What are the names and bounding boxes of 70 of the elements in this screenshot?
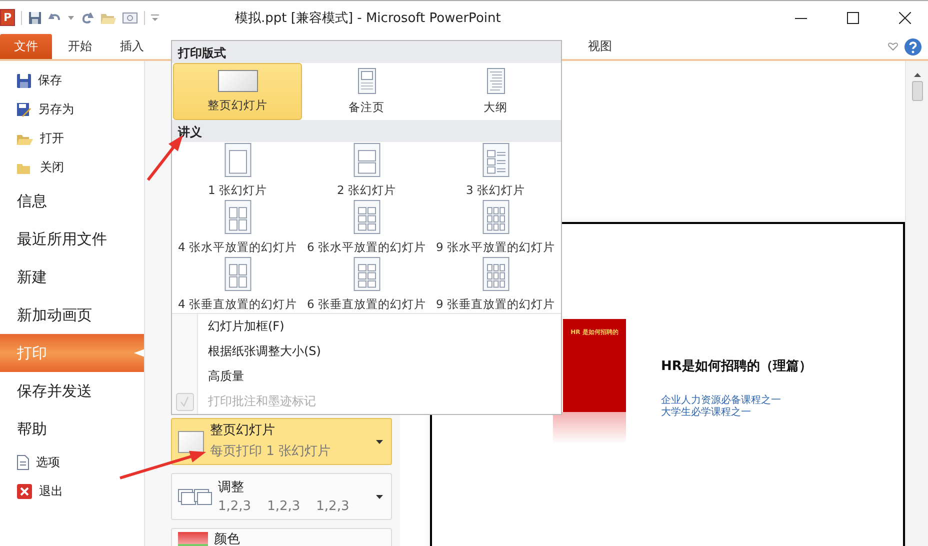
customize-toolbar-icon[interactable] [151,14,159,22]
layout-option[interactable]: 备注页 [302,63,431,120]
layout-option[interactable]: 3 张幻灯片 [431,142,560,199]
menu-item[interactable]: 打开 [0,124,144,153]
handout-page-icon [352,200,380,234]
save-icon[interactable] [28,10,42,24]
slide-icon [218,70,258,92]
menu-item[interactable]: 退出 [0,477,144,506]
caret-icon [376,440,383,444]
file-tab[interactable]: 文件 [0,34,52,59]
print-setting-dropdown[interactable]: 整页幻灯片 每页打印 1 张幻灯片 [171,418,392,465]
menu-item[interactable]: 幻灯片加框(F) [172,314,561,339]
menu-item[interactable]: 新建 [0,258,144,296]
ribbon-tab[interactable]: 开始 [54,34,106,59]
menu-item[interactable]: 保存并发送 [0,372,144,410]
close-icon[interactable] [899,12,911,24]
ribbon-tab[interactable]: 视图 [574,34,626,59]
dropdown-caret-icon[interactable] [68,16,74,20]
handout-page-icon [352,257,380,291]
layout-option[interactable]: 1 张幻灯片 [173,142,302,199]
handout-page-icon [224,257,252,291]
floppy-pencil-icon [17,102,31,116]
heart-icon[interactable] [888,42,898,51]
layout-option[interactable]: 大纲 [431,63,560,120]
handout-page-icon [224,143,252,177]
notes-page-icon [358,68,376,94]
exit-icon [17,484,32,499]
layout-option[interactable]: 2 张幻灯片 [302,142,431,199]
slide-subtitle: 企业人力资源必备课程之一 大学生必学课程之一 [661,395,782,419]
menu-item[interactable]: 信息 [0,182,144,220]
menu-item[interactable]: 另存为 [0,95,144,124]
menu-item[interactable]: 帮助 [0,410,144,448]
ribbon-tab[interactable]: 插入 [106,34,158,59]
document-icon [17,455,29,470]
maximize-icon[interactable] [847,12,859,24]
scroll-up-arrow-icon[interactable] [914,73,920,77]
menu-item[interactable]: 根据纸张调整大小(S) [172,339,561,364]
layout-option[interactable]: 6 张水平放置的幻灯片 [302,199,431,256]
handout-page-icon [224,200,252,234]
layout-option[interactable]: 4 张垂直放置的幻灯片 [173,256,302,313]
handout-page-icon [482,200,510,234]
print-setting-dropdown[interactable]: 调整 1,2,3 1,2,3 1,2,3 [171,473,392,520]
menu-item[interactable]: 最近所用文件 [0,220,144,258]
handout-page-icon [482,257,510,291]
menu-item[interactable]: 新加动画页 [0,296,144,334]
layout-option[interactable]: 4 张水平放置的幻灯片 [173,199,302,256]
menu-item[interactable]: 选项 [0,448,144,477]
vertical-scrollbar[interactable] [905,61,928,546]
print-preview-icon[interactable] [122,10,138,24]
window-title: 模拟.ppt [兼容模式] - Microsoft PowerPoint [235,10,501,26]
help-icon[interactable] [904,38,922,56]
stacked-pages-icon [178,486,212,506]
caret-icon [376,494,383,498]
menu-item[interactable]: 高质量 [172,364,561,389]
menu-item[interactable]: 关闭 [0,153,144,182]
layout-option[interactable]: 9 张水平放置的幻灯片 [431,199,560,256]
section-heading: 打印版式 [172,41,561,63]
slide-title: HR是如何招聘的（理篇） [661,358,812,375]
redo-icon[interactable] [80,10,94,24]
app-logo-icon[interactable]: P [0,9,15,26]
print-setting-dropdown[interactable]: 颜色 [171,528,392,546]
section-heading: 讲义 [172,120,561,142]
scrollbar-thumb[interactable] [912,81,922,101]
outline-page-icon [486,68,504,94]
layout-option[interactable]: 整页幻灯片 [173,63,302,120]
handout-page-icon [352,143,380,177]
handout-page-icon [482,143,510,177]
layout-option[interactable]: 9 张垂直放置的幻灯片 [431,256,560,313]
menu-item[interactable]: 保存 [0,66,144,95]
layout-option[interactable]: 6 张垂直放置的幻灯片 [302,256,431,313]
